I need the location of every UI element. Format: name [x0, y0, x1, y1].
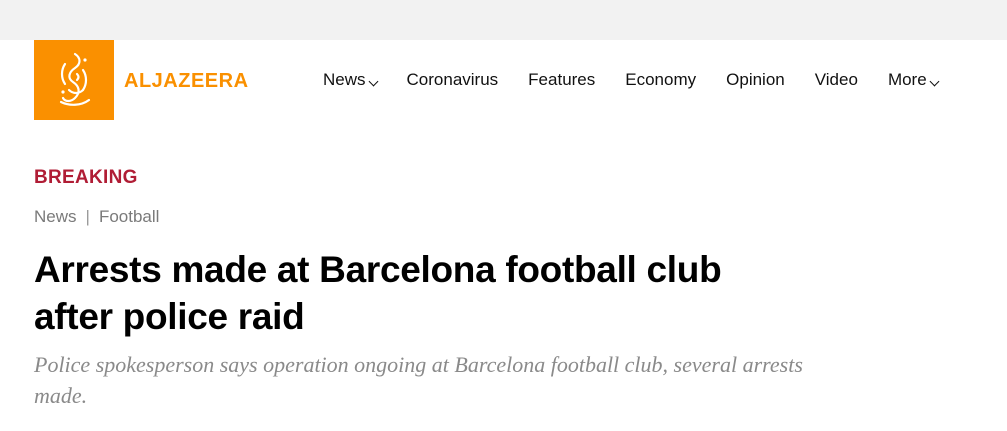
breadcrumb-news-link[interactable]: News — [34, 207, 77, 227]
nav-item-opinion[interactable]: Opinion — [726, 70, 785, 90]
nav-item-label: Features — [528, 70, 596, 89]
nav-item-label: Opinion — [726, 70, 785, 89]
nav-item-video[interactable]: Video — [815, 70, 858, 90]
main-nav: News Coronavirus Features Economy Opinio… — [323, 70, 940, 90]
nav-item-features[interactable]: Features — [528, 70, 595, 90]
nav-item-label: Economy — [625, 70, 697, 89]
nav-item-label: Video — [814, 70, 858, 89]
nav-item-coronavirus[interactable]: Coronavirus — [407, 70, 499, 90]
brand-wordmark[interactable]: ALJAZEERA — [124, 70, 249, 93]
breaking-badge: BREAKING — [34, 167, 138, 188]
article-dek: Police spokesperson says operation ongoi… — [34, 352, 803, 408]
breadcrumb-separator: | — [85, 207, 90, 226]
nav-item-economy[interactable]: Economy — [625, 70, 696, 90]
nav-item-more[interactable]: More — [887, 70, 940, 90]
article-headline: Arrests made at Barcelona football club … — [34, 249, 722, 337]
top-strip — [0, 0, 1007, 40]
chevron-down-icon — [929, 76, 940, 86]
breadcrumb: News | Football — [34, 207, 159, 227]
nav-item-news[interactable]: News — [323, 70, 378, 90]
nav-item-label: Coronavirus — [406, 70, 499, 89]
nav-item-label: More — [887, 70, 927, 89]
breadcrumb-football-link[interactable]: Football — [99, 207, 159, 227]
aljazeera-logo-icon[interactable] — [34, 40, 114, 120]
site-header: ALJAZEERA News Coronavirus Features Econ… — [0, 40, 1007, 120]
logo-calligraphy-icon — [59, 52, 91, 106]
nav-item-label: News — [323, 70, 366, 89]
chevron-down-icon — [368, 76, 378, 86]
